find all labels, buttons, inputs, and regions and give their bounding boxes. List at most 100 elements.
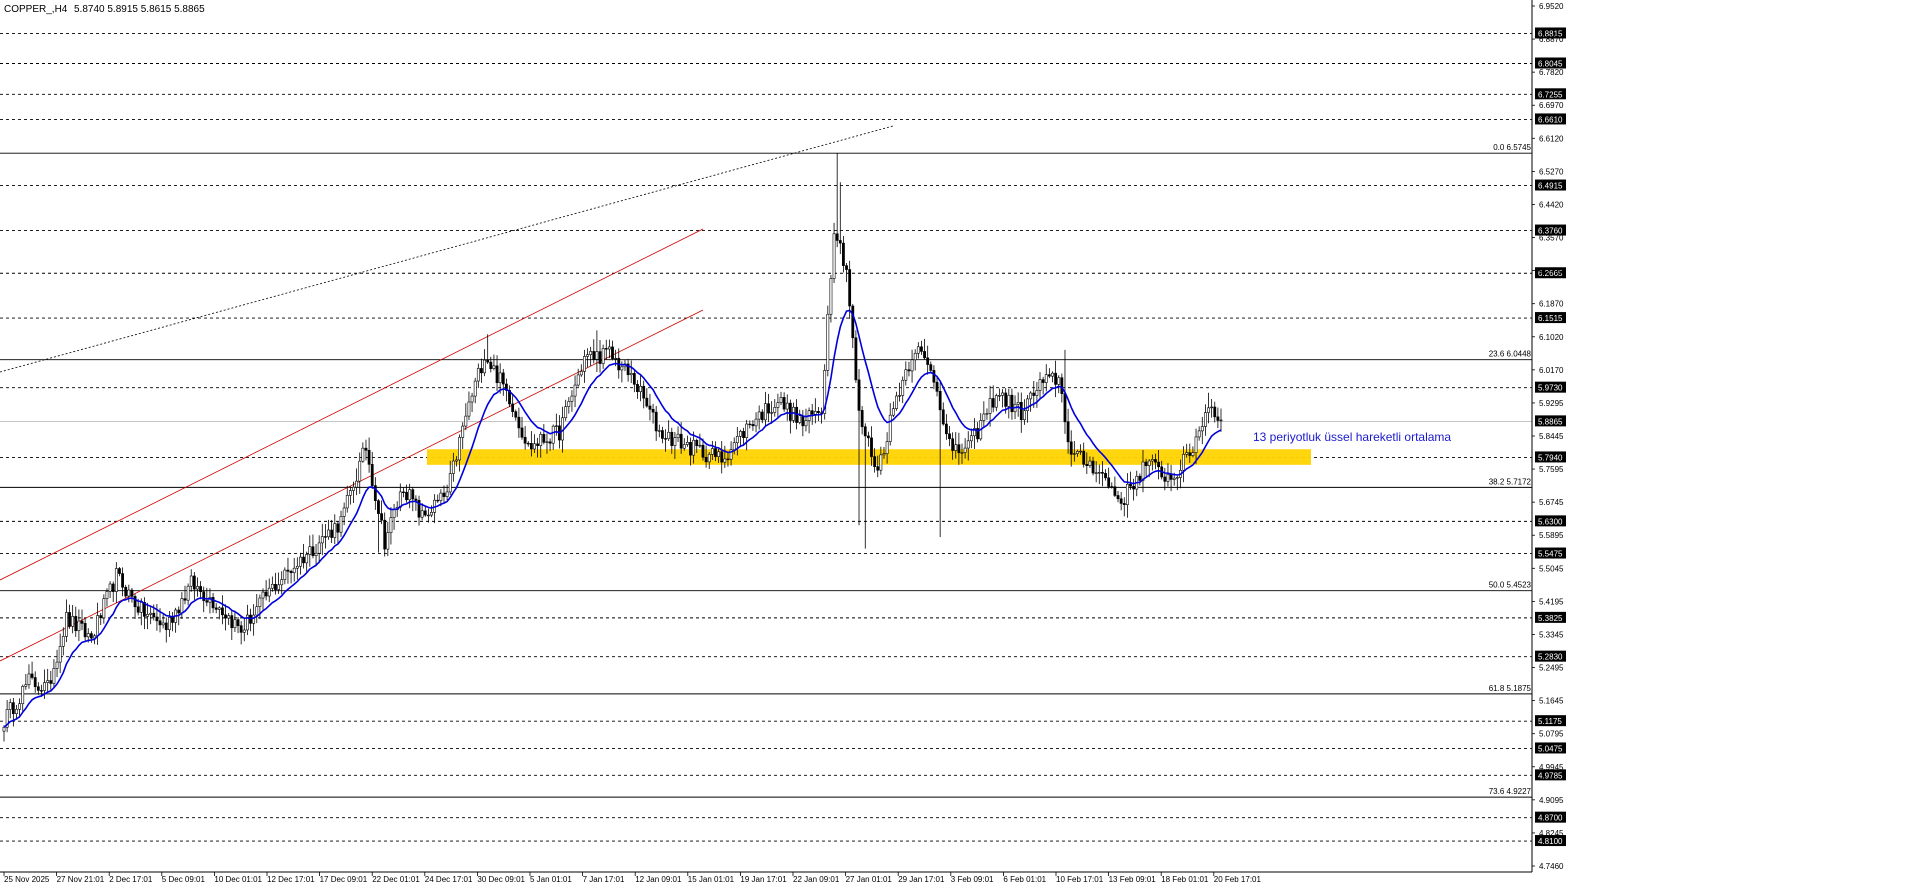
candle-body bbox=[121, 573, 124, 588]
candle-body bbox=[196, 586, 199, 590]
candle-body bbox=[767, 403, 770, 414]
y-tick-label: 6.4420 bbox=[1539, 200, 1564, 209]
x-tick-label: 12 Jan 09:01 bbox=[635, 875, 682, 884]
candle-body bbox=[536, 443, 540, 446]
candle-body bbox=[1122, 503, 1126, 506]
candle-body bbox=[414, 498, 418, 501]
candle-body bbox=[1216, 416, 1220, 421]
candle-body bbox=[576, 374, 580, 386]
candle-body bbox=[1060, 377, 1064, 394]
price-tag-label: 6.8045 bbox=[1538, 60, 1563, 69]
candle-body bbox=[377, 500, 380, 514]
candle-body bbox=[798, 415, 802, 423]
candle-body bbox=[448, 473, 452, 493]
candle-body bbox=[604, 348, 608, 350]
candle-body bbox=[164, 622, 168, 630]
candle-body bbox=[695, 439, 699, 447]
candle-body bbox=[30, 673, 34, 678]
candle-body bbox=[308, 546, 312, 555]
candle-body bbox=[1107, 477, 1111, 487]
candle-body bbox=[267, 587, 271, 597]
candle-body bbox=[1188, 452, 1192, 456]
candle-body bbox=[748, 423, 752, 426]
candle-body bbox=[636, 384, 639, 393]
candle-body bbox=[274, 583, 277, 590]
candle-body bbox=[295, 565, 299, 569]
candle-body bbox=[642, 385, 646, 399]
chart-background bbox=[0, 0, 1916, 888]
candle-body bbox=[1072, 453, 1076, 455]
candle-body bbox=[944, 423, 948, 435]
candle-body bbox=[1207, 407, 1210, 413]
candle-body bbox=[782, 397, 786, 410]
candle-body bbox=[614, 357, 618, 360]
candle-body bbox=[430, 512, 433, 516]
candle-body bbox=[907, 369, 911, 372]
candle-body bbox=[171, 617, 174, 623]
candle-body bbox=[1144, 461, 1148, 466]
candle-body bbox=[442, 492, 446, 497]
candle-body bbox=[439, 492, 443, 501]
y-tick-label: 6.5270 bbox=[1539, 167, 1564, 176]
price-tag-label: 5.9730 bbox=[1538, 384, 1563, 393]
candle-body bbox=[835, 233, 839, 241]
candle-body bbox=[645, 397, 649, 407]
candle-body bbox=[845, 265, 848, 270]
candle-body bbox=[43, 682, 46, 691]
candle-body bbox=[657, 430, 661, 432]
candle-body bbox=[523, 436, 527, 444]
y-tick-label: 5.5045 bbox=[1539, 564, 1564, 573]
candle-body bbox=[882, 453, 886, 456]
candle-body bbox=[480, 368, 483, 374]
candle-body bbox=[1219, 419, 1223, 422]
candle-body bbox=[579, 371, 583, 376]
candle-body bbox=[264, 591, 268, 597]
candle-body bbox=[111, 583, 115, 592]
y-tick-label: 5.5895 bbox=[1539, 531, 1564, 540]
candle-body bbox=[926, 357, 930, 365]
candle-body bbox=[65, 612, 68, 637]
price-tag-label: 6.6610 bbox=[1538, 115, 1563, 124]
candle-body bbox=[1026, 398, 1029, 411]
candle-body bbox=[352, 486, 355, 491]
candle-body bbox=[473, 380, 477, 397]
candle-body bbox=[470, 395, 474, 403]
y-tick-label: 5.1645 bbox=[1539, 697, 1564, 706]
candle-body bbox=[891, 408, 895, 416]
candle-body bbox=[1141, 461, 1145, 481]
candle-body bbox=[951, 438, 955, 451]
candle-body bbox=[760, 411, 764, 421]
candle-body bbox=[49, 680, 53, 684]
candle-body bbox=[592, 351, 596, 360]
x-tick-label: 27 Jan 01:01 bbox=[846, 875, 893, 884]
y-tick-label: 5.6745 bbox=[1539, 498, 1564, 507]
candle-body bbox=[345, 495, 349, 509]
candle-body bbox=[714, 448, 717, 457]
candle-body bbox=[857, 379, 861, 411]
candle-body bbox=[52, 668, 56, 684]
y-tick-label: 5.3345 bbox=[1539, 630, 1564, 639]
candle-body bbox=[1054, 372, 1058, 385]
candle-body bbox=[879, 454, 883, 471]
candle-body bbox=[483, 359, 486, 374]
candle-body bbox=[96, 615, 100, 637]
candle-body bbox=[317, 542, 321, 554]
y-tick-label: 5.4195 bbox=[1539, 597, 1564, 606]
candle-body bbox=[455, 459, 458, 462]
candle-body bbox=[286, 569, 290, 572]
chart-container: 6.8815 6.8045 6.7255 6.6610 6.4915 6.3760 6.26… bbox=[0, 0, 1916, 888]
candle-body bbox=[1023, 410, 1026, 421]
candle-body bbox=[735, 436, 739, 444]
candle-body bbox=[866, 435, 870, 439]
candle-body bbox=[1032, 392, 1036, 396]
candle-body bbox=[230, 615, 234, 629]
x-tick-label: 15 Jan 01:01 bbox=[688, 875, 735, 884]
candle-body bbox=[848, 269, 852, 307]
candle-body bbox=[998, 395, 1001, 397]
candle-body bbox=[1082, 450, 1086, 465]
candle-body bbox=[292, 567, 296, 574]
candle-body bbox=[514, 411, 518, 418]
candle-body bbox=[27, 673, 31, 685]
candle-body bbox=[723, 458, 727, 463]
candle-body bbox=[545, 441, 549, 443]
